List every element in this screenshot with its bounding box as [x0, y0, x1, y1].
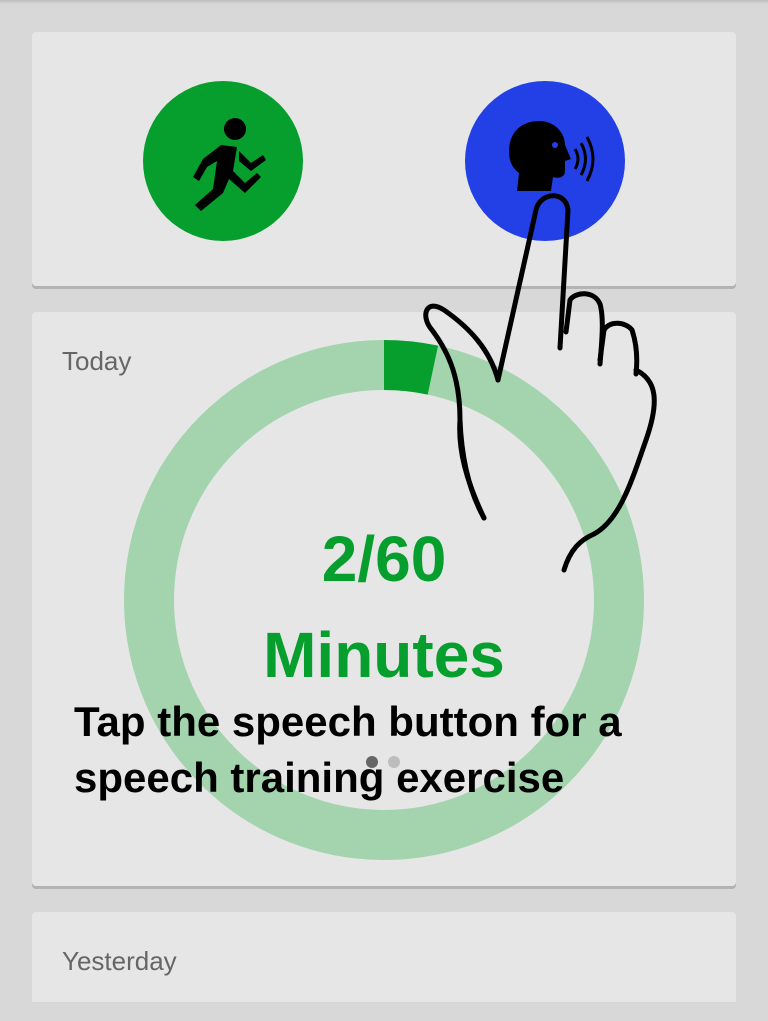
tutorial-hint: Tap the speech button for a speech train… — [74, 698, 622, 801]
pointing-hand-icon — [423, 193, 657, 573]
yesterday-label: Yesterday — [62, 946, 177, 976]
exercise-button[interactable] — [143, 81, 303, 241]
top-shadow — [0, 0, 768, 4]
yesterday-card: Yesterday — [32, 912, 736, 1002]
running-person-icon — [193, 118, 266, 211]
progress-unit: Minutes — [263, 619, 505, 691]
